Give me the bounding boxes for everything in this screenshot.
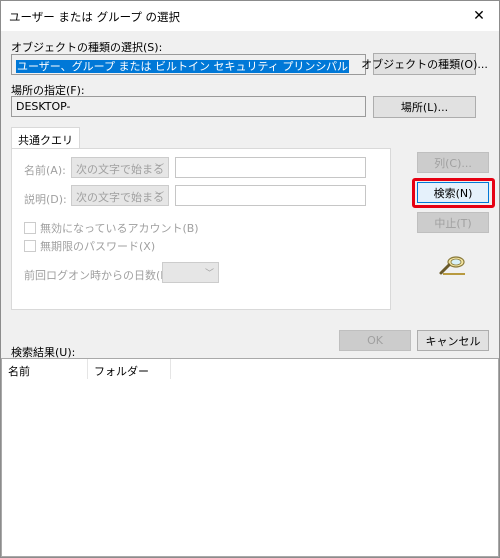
select-users-dialog: ユーザー または グループ の選択 ✕ オブジェクトの種類の選択(S): ユーザ… — [0, 0, 500, 558]
description-mode-value: 次の文字で始まる — [76, 191, 164, 204]
object-type-field[interactable]: ユーザー、グループ または ビルトイン セキュリティ プリンシパル — [11, 54, 366, 75]
name-input[interactable] — [175, 157, 366, 178]
checkbox-box — [24, 222, 36, 234]
column-header-folder[interactable]: フォルダー — [88, 359, 171, 379]
name-mode-select[interactable]: 次の文字で始まる ﹀ — [71, 157, 169, 178]
no-expire-password-label: 無期限のパスワード(X) — [40, 240, 156, 253]
object-type-label: オブジェクトの種類の選択(S): — [11, 41, 163, 54]
days-since-logon-label: 前回ログオン時からの日数(I): — [24, 269, 172, 282]
description-label: 説明(D): — [24, 193, 67, 206]
description-mode-select[interactable]: 次の文字で始まる ﹀ — [71, 185, 169, 206]
name-label: 名前(A): — [24, 164, 66, 177]
chevron-down-icon: ﹀ — [204, 269, 214, 279]
no-expire-password-checkbox[interactable]: 無期限のパスワード(X) — [24, 238, 155, 254]
location-field[interactable]: DESKTOP- — [11, 96, 366, 117]
description-input[interactable] — [175, 185, 366, 206]
days-since-logon-select[interactable]: ﹀ — [162, 262, 219, 283]
close-icon[interactable]: ✕ — [459, 1, 499, 31]
locations-button[interactable]: 場所(L)... — [373, 96, 476, 118]
ok-button[interactable]: OK — [339, 330, 411, 351]
columns-button[interactable]: 列(C)... — [417, 152, 489, 173]
magnifier-icon — [439, 256, 465, 275]
chevron-down-icon: ﹀ — [154, 164, 164, 174]
object-types-button[interactable]: オブジェクトの種類(O)... — [361, 53, 488, 75]
title-bar: ユーザー または グループ の選択 ✕ — [1, 1, 499, 31]
cancel-button[interactable]: キャンセル — [417, 330, 489, 351]
window-title: ユーザー または グループ の選択 — [9, 10, 181, 24]
object-type-value: ユーザー、グループ または ビルトイン セキュリティ プリンシパル — [16, 60, 350, 73]
column-header-name[interactable]: 名前 — [2, 359, 88, 379]
checkbox-box — [24, 240, 36, 252]
stop-button[interactable]: 中止(T) — [417, 212, 489, 233]
name-mode-value: 次の文字で始まる — [76, 163, 164, 176]
disabled-accounts-checkbox[interactable]: 無効になっているアカウント(B) — [24, 220, 199, 236]
tab-common-queries[interactable]: 共通クエリ — [11, 127, 80, 149]
disabled-accounts-label: 無効になっているアカウント(B) — [40, 222, 199, 235]
location-value: DESKTOP- — [16, 100, 71, 113]
results-list[interactable]: 名前 フォルダー — [1, 358, 499, 557]
search-button[interactable]: 検索(N) — [417, 182, 489, 203]
chevron-down-icon: ﹀ — [154, 192, 164, 202]
